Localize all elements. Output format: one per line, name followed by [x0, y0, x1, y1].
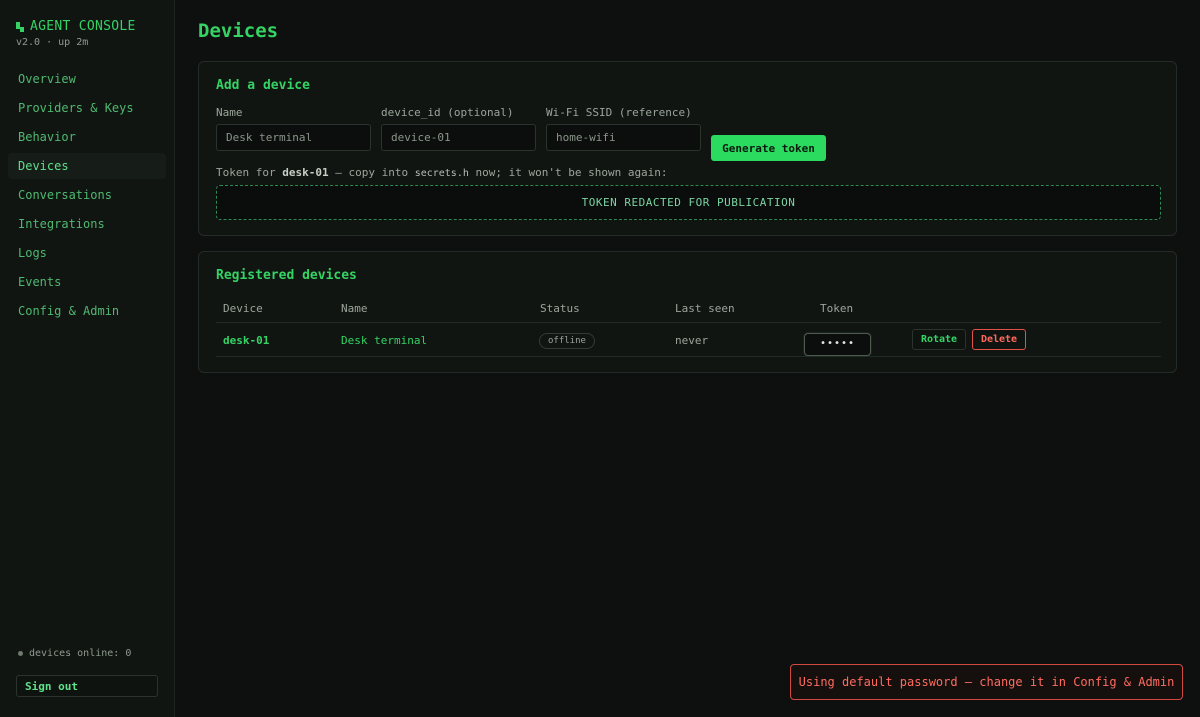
device-id-input[interactable]: [381, 124, 536, 151]
sidebar-item-providers-keys[interactable]: Providers & Keys: [8, 95, 166, 121]
status-dot-icon: [18, 651, 23, 656]
sidebar-item-devices[interactable]: Devices: [8, 153, 166, 179]
brand: AGENT CONSOLE v2.0 · up 2m: [16, 19, 136, 48]
add-device-card: Add a device Name device_id (optional) W…: [198, 61, 1177, 236]
page-title: Devices: [198, 20, 279, 42]
sidebar-item-behavior[interactable]: Behavior: [8, 124, 166, 150]
wifi-ssid-label: Wi-Fi SSID (reference): [546, 106, 692, 119]
token-note-middle: — copy into: [328, 166, 415, 179]
sidebar-item-logs[interactable]: Logs: [8, 240, 166, 266]
device-id-cell: desk-01: [223, 334, 270, 347]
column-header-device: Device: [223, 302, 263, 315]
wifi-ssid-input[interactable]: [546, 124, 701, 151]
column-header-status: Status: [540, 302, 580, 315]
rotate-button[interactable]: Rotate: [912, 329, 966, 350]
status-badge: offline: [539, 333, 595, 349]
registered-devices-title: Registered devices: [216, 268, 357, 283]
token-value: TOKEN REDACTED FOR PUBLICATION: [581, 196, 796, 209]
toast-text: Using default password — change it in Co…: [798, 675, 1175, 689]
logo-icon: [16, 20, 24, 34]
device-id-label: device_id (optional): [381, 106, 514, 119]
registered-devices-card: Registered devices Device Name Status La…: [198, 251, 1177, 373]
last-seen-cell: never: [675, 334, 709, 347]
name-label: Name: [216, 106, 243, 119]
devices-online-status: devices online: 0: [18, 648, 131, 659]
table-divider: [216, 322, 1161, 323]
token-display[interactable]: TOKEN REDACTED FOR PUBLICATION: [216, 185, 1161, 220]
sidebar-item-events[interactable]: Events: [8, 269, 166, 295]
app-version: v2.0 · up 2m: [16, 37, 89, 48]
token-note: Token for desk-01 — copy into secrets.h …: [216, 166, 668, 179]
sidebar: AGENT CONSOLE v2.0 · up 2m Overview Prov…: [0, 0, 175, 717]
token-note-prefix: Token for: [216, 166, 283, 179]
delete-button[interactable]: Delete: [972, 329, 1026, 350]
token-note-file: secrets.h: [414, 168, 469, 179]
generate-token-button[interactable]: Generate token: [711, 135, 826, 161]
add-device-title: Add a device: [216, 78, 310, 93]
default-password-warning-toast: Using default password — change it in Co…: [790, 664, 1183, 700]
table-divider: [216, 356, 1161, 357]
masked-token-button[interactable]: •••••: [804, 333, 871, 356]
sidebar-item-config-admin[interactable]: Config & Admin: [8, 298, 166, 324]
token-note-device: desk-01: [282, 166, 329, 179]
sidebar-nav: Overview Providers & Keys Behavior Devic…: [8, 66, 166, 327]
column-header-name: Name: [341, 302, 368, 315]
column-header-token: Token: [820, 302, 854, 315]
sign-out-button[interactable]: Sign out: [16, 675, 158, 697]
app-title: AGENT CONSOLE: [30, 19, 136, 34]
token-note-suffix: now; it won't be shown again:: [468, 166, 668, 179]
sidebar-item-overview[interactable]: Overview: [8, 66, 166, 92]
column-header-last-seen: Last seen: [675, 302, 735, 315]
sidebar-item-integrations[interactable]: Integrations: [8, 211, 166, 237]
devices-online-text: devices online: 0: [29, 648, 132, 659]
device-name-cell: Desk terminal: [341, 334, 428, 347]
sidebar-item-conversations[interactable]: Conversations: [8, 182, 166, 208]
name-input[interactable]: [216, 124, 371, 151]
